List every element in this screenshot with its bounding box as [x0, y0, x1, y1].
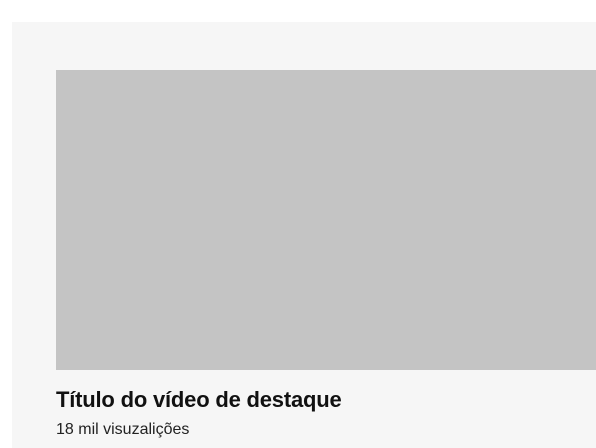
video-thumbnail[interactable]: [56, 70, 596, 370]
featured-section: Título do vídeo de destaque 18 mil visuz…: [12, 22, 596, 448]
video-views: 18 mil visuzalições: [56, 421, 190, 438]
featured-video-card[interactable]: Título do vídeo de destaque 18 mil visuz…: [56, 70, 596, 440]
video-title[interactable]: Título do vídeo de destaque: [56, 386, 596, 414]
page: Título do vídeo de destaque 18 mil visuz…: [0, 0, 596, 448]
